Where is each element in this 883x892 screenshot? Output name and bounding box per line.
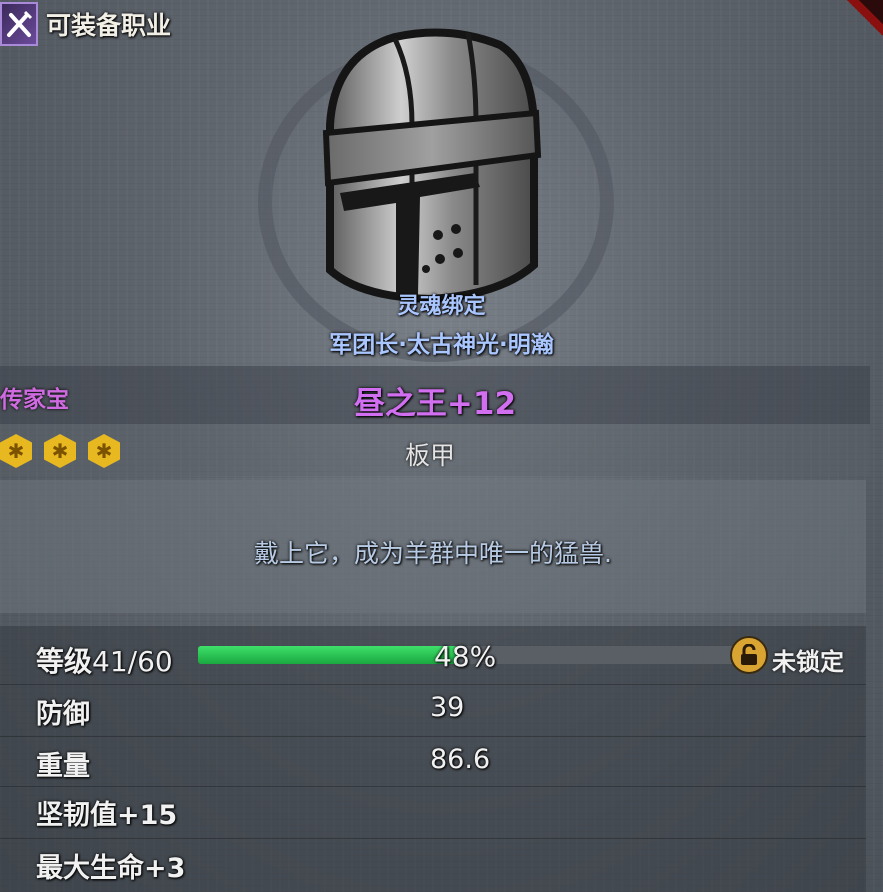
soulbound-label: 灵魂绑定 bbox=[397, 294, 486, 319]
item-name: 昼之王+12 bbox=[353, 386, 517, 422]
item-description: 戴上它，成为羊群中唯一的猛兽. bbox=[254, 539, 612, 568]
level-label: 等级 bbox=[36, 645, 93, 678]
divider bbox=[0, 838, 866, 839]
divider bbox=[0, 786, 866, 787]
stat-value-defense: 39 bbox=[430, 692, 465, 723]
equippable-classes-label: 可装备职业 bbox=[46, 11, 172, 40]
stat-value-weight: 86.6 bbox=[430, 744, 491, 775]
lock-status-label: 未锁定 bbox=[772, 648, 844, 676]
level-value: 41/60 bbox=[92, 645, 173, 678]
bonus-max-health: 最大生命+3 bbox=[36, 853, 186, 884]
stat-label-weight: 重量 bbox=[36, 751, 90, 782]
bonus-toughness: 坚韧值+15 bbox=[36, 800, 178, 831]
level-row: 等级41/60 bbox=[36, 640, 173, 680]
item-type: 板甲 bbox=[404, 441, 455, 470]
owner-name: 军团长·太古神光·明瀚 bbox=[329, 332, 554, 358]
padlock-open-icon[interactable] bbox=[730, 636, 768, 674]
class-header: 可装备职业 bbox=[0, 0, 171, 48]
crossed-tools-icon[interactable] bbox=[0, 2, 38, 46]
xp-progress-text: 48% bbox=[434, 640, 497, 673]
divider bbox=[0, 684, 866, 685]
helmet-icon bbox=[322, 28, 542, 304]
divider bbox=[0, 736, 866, 737]
close-corner-decoration[interactable] bbox=[843, 0, 883, 40]
stat-label-defense: 防御 bbox=[36, 699, 90, 730]
xp-progress-fill bbox=[198, 646, 458, 664]
